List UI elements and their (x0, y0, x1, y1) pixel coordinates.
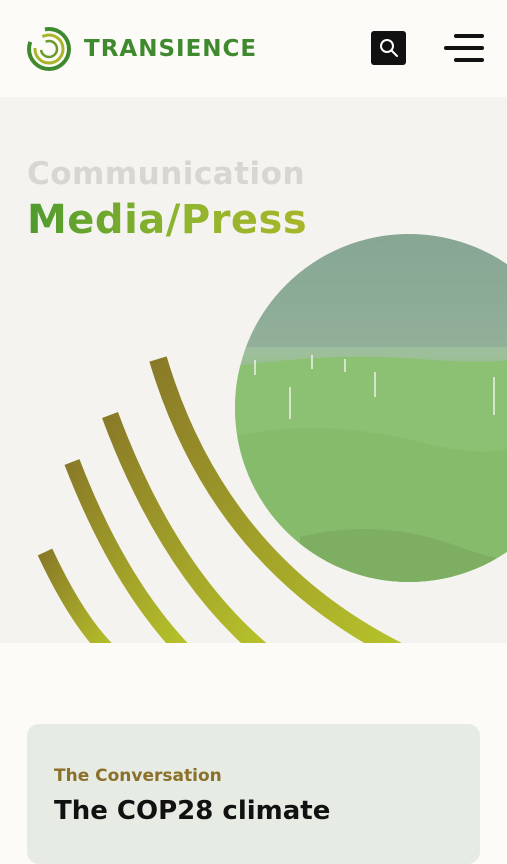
hero-eyebrow: Communication (27, 156, 306, 192)
hamburger-menu-icon-line (454, 58, 484, 62)
hero-section: Communication Media/Press (0, 97, 507, 643)
transience-logo-icon (27, 27, 71, 71)
search-icon (379, 39, 398, 57)
logo[interactable]: TRANSIENCE (26, 26, 257, 72)
menu-button[interactable] (441, 34, 484, 62)
press-article-card[interactable]: The Conversation The COP28 climate (27, 724, 480, 864)
wind-farm-photo (235, 234, 507, 582)
article-title[interactable]: The COP28 climate (54, 796, 330, 826)
search-button[interactable] (371, 31, 406, 65)
site-header: TRANSIENCE (0, 0, 507, 97)
hamburger-menu-icon (454, 34, 484, 38)
page-title: Media/Press (27, 197, 308, 243)
hamburger-menu-icon-line (444, 46, 484, 50)
logo-text: TRANSIENCE (84, 36, 258, 62)
article-source: The Conversation (54, 766, 222, 786)
